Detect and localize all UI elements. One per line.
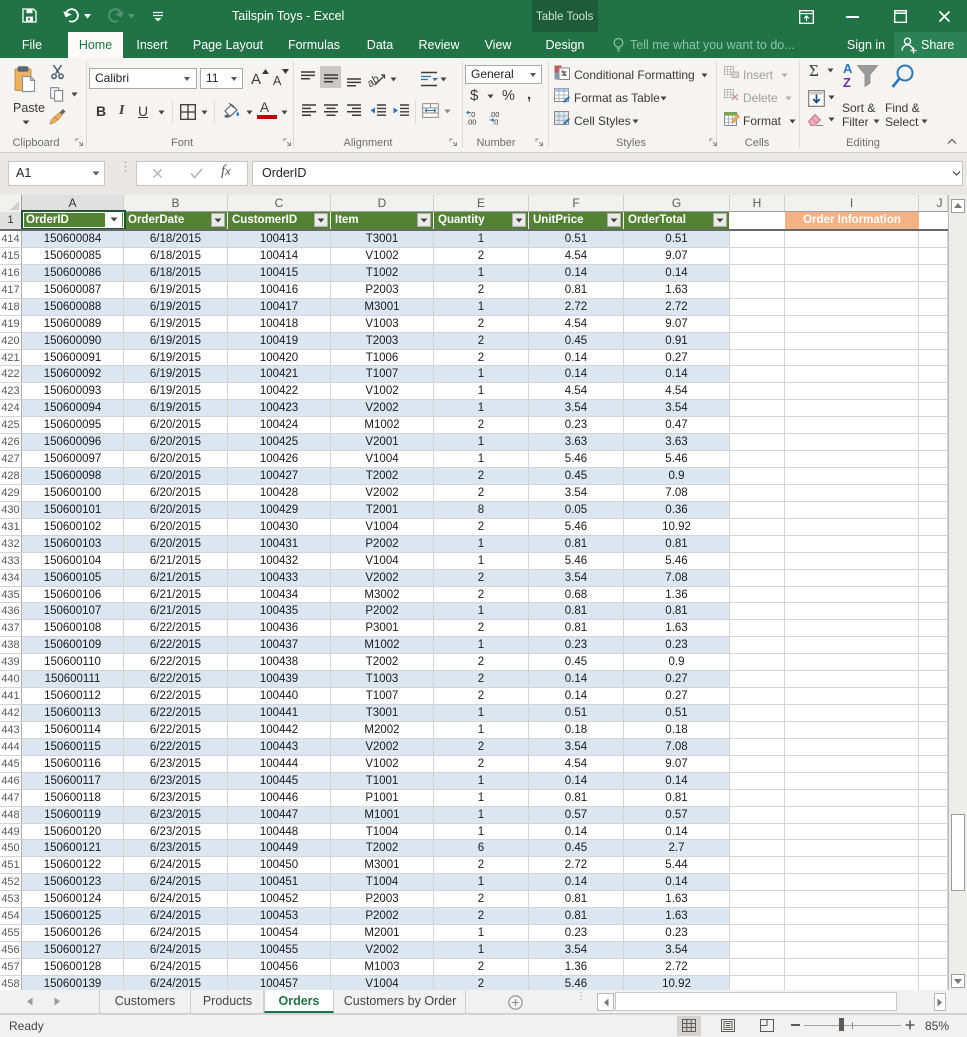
svg-text:.00: .00 (466, 118, 476, 126)
